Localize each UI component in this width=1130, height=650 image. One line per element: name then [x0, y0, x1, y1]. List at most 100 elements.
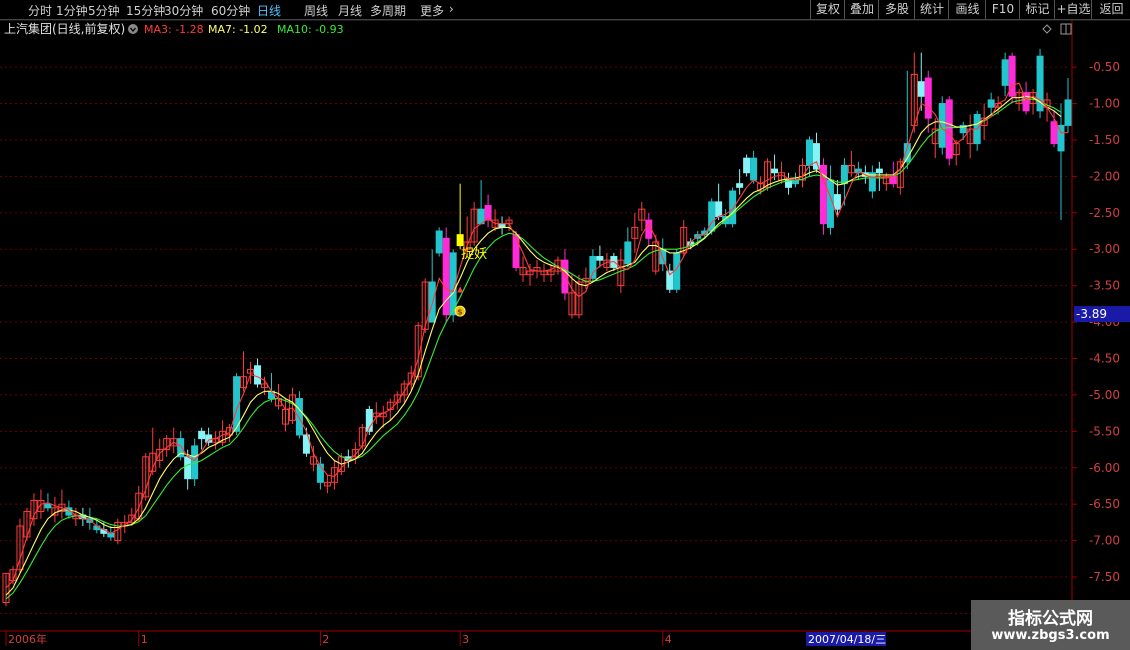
candle — [715, 183, 723, 221]
ma7-legend: MA7: -1.02 — [208, 23, 268, 36]
x-tick-label: 4 — [665, 633, 672, 646]
toolbar-button-0[interactable]: 复权 — [810, 0, 845, 19]
candle — [945, 96, 953, 166]
candle-body — [805, 139, 813, 166]
candle-body — [561, 259, 569, 294]
toolbar-button-8[interactable]: 返回 — [1091, 0, 1130, 19]
candle — [924, 70, 932, 133]
ma10-line — [5, 98, 1062, 600]
candle-body — [198, 430, 206, 440]
ma3-legend: MA3: -1.28 — [144, 23, 204, 36]
candle — [868, 165, 876, 199]
ma7-line — [5, 95, 1062, 596]
candle-body — [44, 503, 52, 509]
candle — [1057, 103, 1065, 221]
toolbar-button-3[interactable]: 统计 — [914, 0, 949, 19]
period-tab-10[interactable]: 更多 — [420, 2, 444, 19]
toolbar-button-7[interactable]: +自选 — [1054, 0, 1092, 19]
toolbar-button-1[interactable]: 叠加 — [844, 0, 879, 19]
up-arrow-icon — [457, 286, 464, 293]
candle — [966, 114, 974, 159]
x-tick-label: 2 — [322, 633, 329, 646]
period-tab-7[interactable]: 周线 — [304, 2, 328, 19]
y-tick-label: -2.00 — [1089, 169, 1120, 183]
candle — [365, 405, 373, 435]
candle — [281, 398, 289, 432]
crosshair-date-label: 2007/04/18/三 — [808, 633, 886, 646]
candle — [442, 227, 450, 323]
candle — [1022, 81, 1030, 115]
y-tick-label: -5.50 — [1089, 424, 1120, 438]
kline-chart[interactable]: -0.50-1.00-1.50-2.00-2.50-3.00-3.50-4.00… — [0, 0, 1130, 650]
candle — [743, 154, 751, 177]
candle — [323, 475, 331, 494]
candle — [568, 274, 576, 319]
candle-body — [184, 456, 192, 480]
candle — [631, 212, 639, 253]
candle — [526, 263, 534, 286]
candle-body — [833, 194, 841, 210]
candle-body — [889, 175, 897, 185]
candle-body — [736, 183, 744, 188]
money-bag-glyph: $ — [457, 308, 463, 317]
candle — [254, 358, 262, 388]
candle — [212, 431, 220, 450]
period-tab-1[interactable]: 1分钟 — [56, 2, 88, 19]
y-tick-label: -0.50 — [1089, 60, 1120, 74]
candle-body — [771, 168, 779, 174]
candle — [973, 110, 981, 151]
period-tab-6[interactable]: 日线 — [257, 2, 281, 19]
chart-title: 上汽集团(日线,前复权) — [4, 21, 125, 36]
settings-circle — [128, 24, 138, 34]
x-tick-label: 1 — [141, 633, 148, 646]
candle — [819, 158, 827, 235]
site-watermark: 指标公式网 www.zbgs3.com — [971, 600, 1130, 650]
period-tab-8[interactable]: 月线 — [338, 2, 362, 19]
period-tab-9[interactable]: 多周期 — [370, 2, 406, 19]
candle-body — [498, 223, 506, 228]
period-tab-0[interactable]: 分时 — [28, 2, 52, 19]
toolbar-button-4[interactable]: 画线 — [948, 0, 986, 19]
candle — [1050, 110, 1058, 148]
candle — [547, 263, 555, 283]
candle — [2, 572, 10, 607]
candle — [240, 351, 248, 392]
candle — [540, 263, 548, 283]
candle — [491, 209, 499, 232]
candle — [882, 172, 890, 191]
y-tick-label: -1.00 — [1089, 97, 1120, 111]
toolbar-button-2[interactable]: 多股 — [878, 0, 915, 19]
watermark-url: www.zbgs3.com — [991, 628, 1110, 643]
period-tab-5[interactable]: 60分钟 — [211, 2, 250, 19]
toolbar-button-5[interactable]: F10 — [985, 0, 1020, 19]
toolbar-button-6[interactable]: 标记 — [1019, 0, 1055, 19]
candle — [79, 507, 87, 527]
period-tab-2[interactable]: 5分钟 — [88, 2, 120, 19]
candle-body — [205, 434, 213, 443]
candle — [351, 442, 359, 465]
x-tick-label: 2006年 — [8, 632, 47, 646]
candle-body — [812, 143, 820, 170]
x-tick-label: 3 — [462, 633, 469, 646]
candle — [959, 121, 967, 140]
candle-body — [729, 190, 737, 225]
candle-body — [1064, 99, 1072, 126]
candle — [987, 92, 995, 115]
candle — [330, 460, 338, 490]
settings-icon[interactable] — [128, 24, 138, 34]
candle — [847, 150, 855, 177]
candle — [638, 201, 646, 232]
period-tab-3[interactable]: 15分钟 — [126, 2, 165, 19]
candle — [477, 180, 485, 225]
more-chevron-icon[interactable]: › — [449, 2, 454, 16]
candle-body — [484, 205, 492, 221]
candle-body — [295, 398, 303, 436]
candle-body — [1050, 121, 1058, 145]
candle-body — [750, 157, 758, 181]
candle — [58, 489, 66, 519]
period-tab-4[interactable]: 30分钟 — [164, 2, 203, 19]
diamond-icon[interactable] — [1042, 24, 1052, 34]
candle — [533, 260, 541, 279]
signal-label: 捉妖 — [461, 247, 487, 262]
candle-body — [1001, 59, 1009, 86]
